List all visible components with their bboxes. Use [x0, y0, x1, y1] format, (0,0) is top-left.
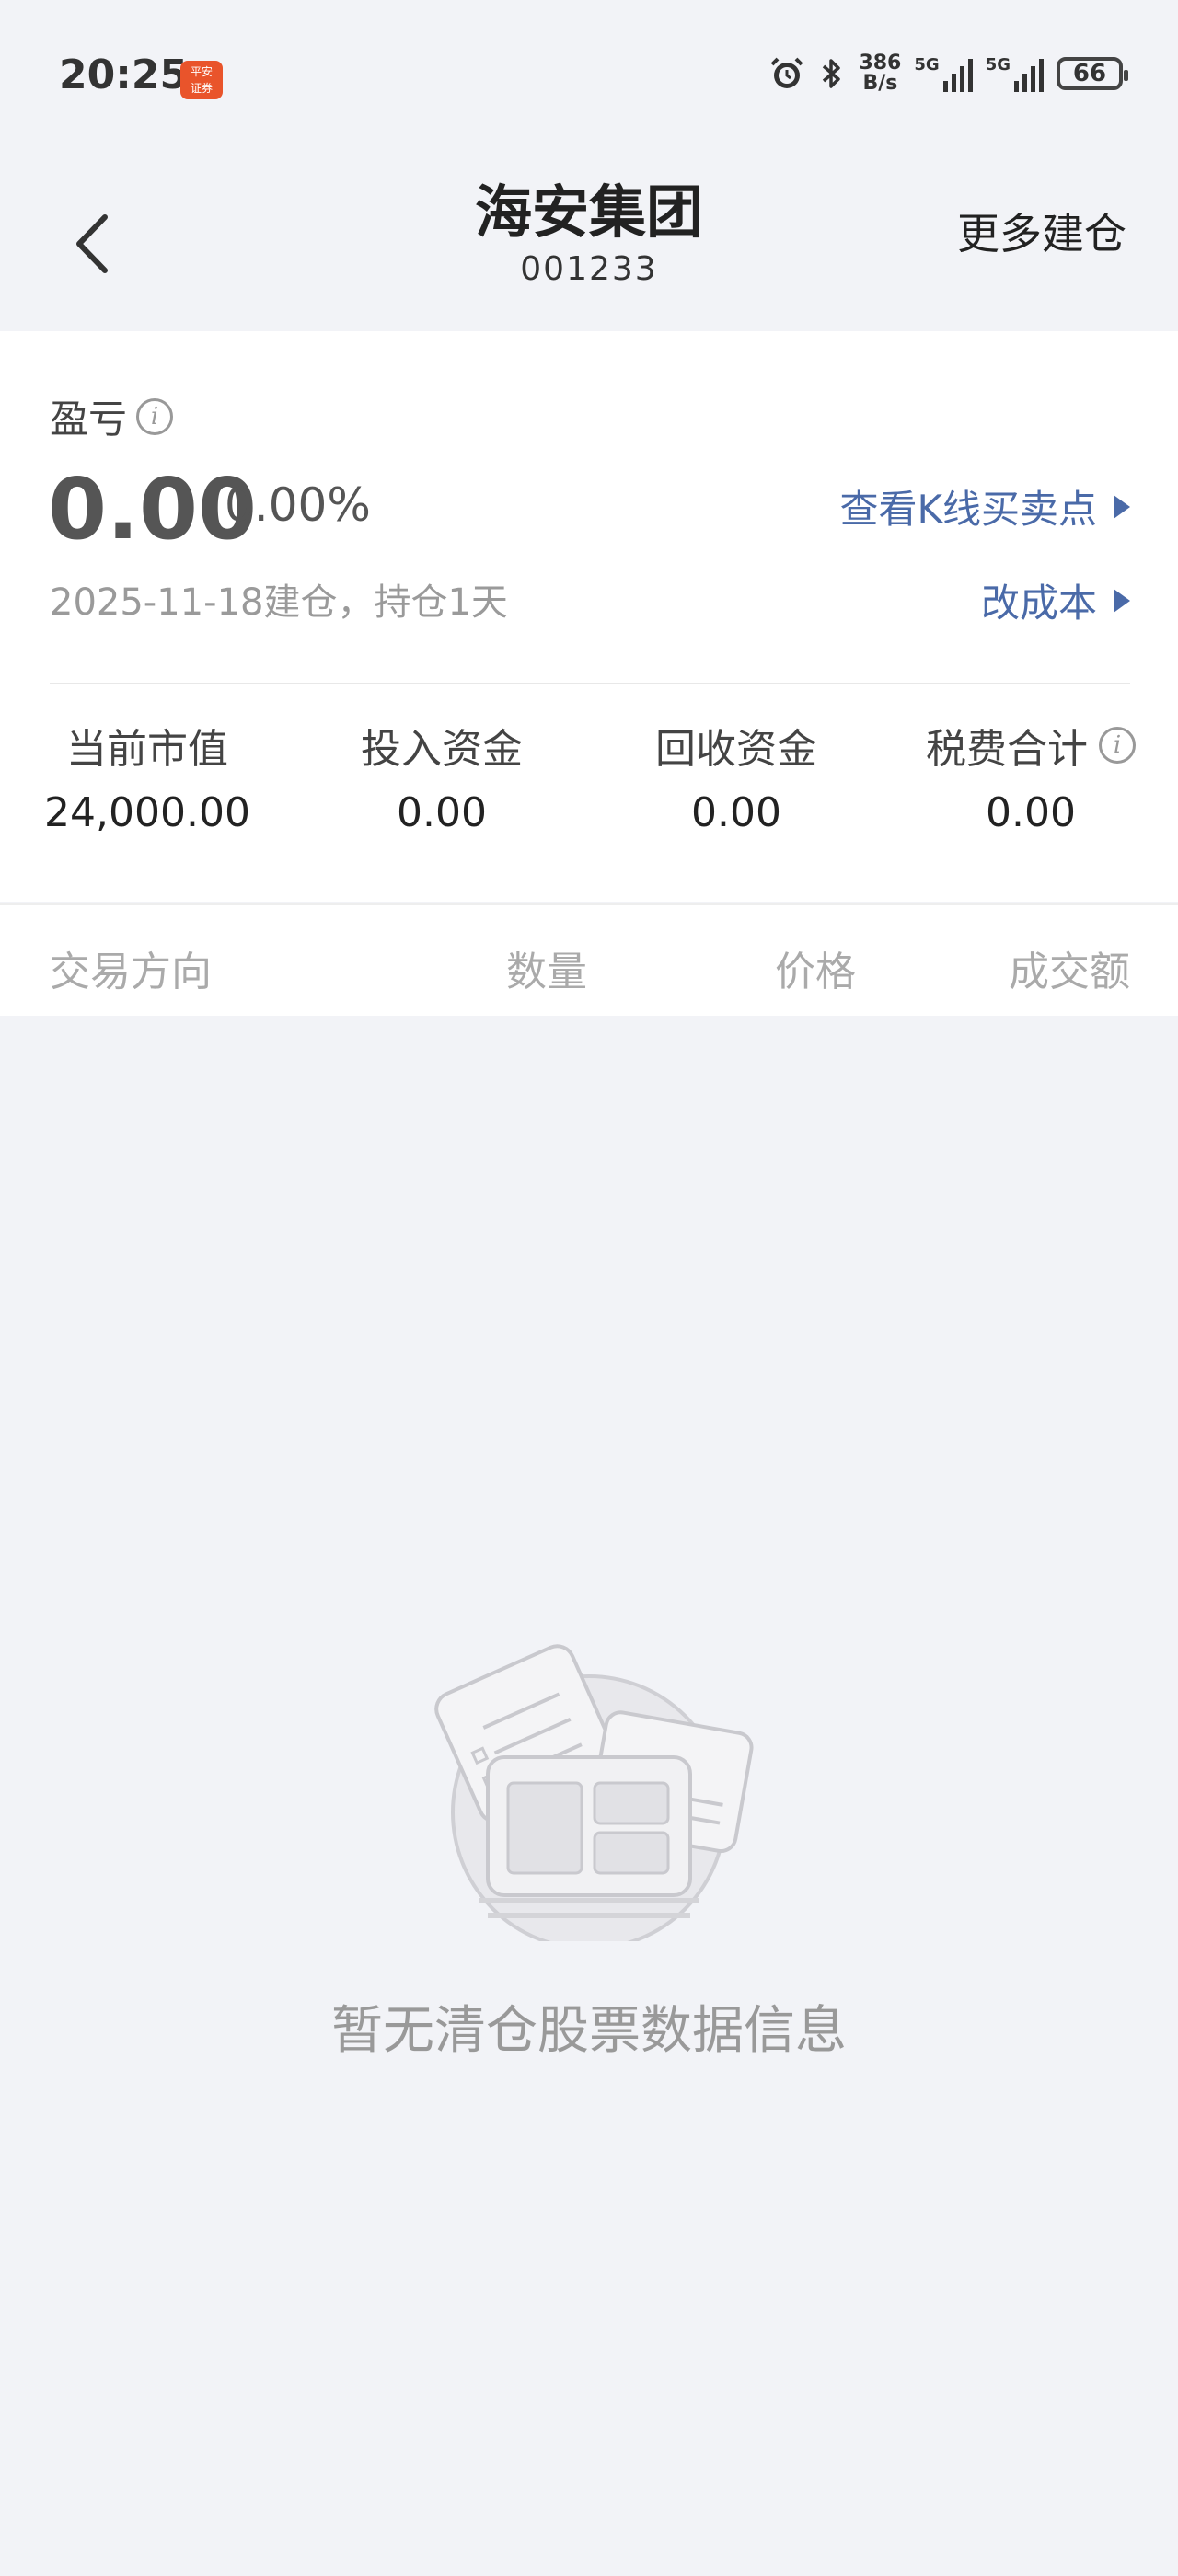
- stat-total-fees: 税费合计 i 0.00: [884, 718, 1178, 836]
- triangle-right-icon: [1114, 494, 1130, 519]
- network-speed: 386 B/s: [859, 53, 901, 94]
- edit-cost-link[interactable]: 改成本: [981, 572, 1130, 628]
- stat-value: 0.00: [691, 789, 781, 836]
- more-positions-button[interactable]: 更多建仓: [957, 201, 1126, 261]
- signal-icon-2: 5G: [986, 55, 1044, 92]
- stat-recovered-funds: 回收资金 0.00: [589, 718, 884, 836]
- clock: 20:25: [59, 52, 189, 98]
- signal-label-2: 5G: [985, 55, 1011, 75]
- stat-market-value: 当前市值 24,000.00: [0, 718, 294, 836]
- app-badge-line2: 证券: [190, 82, 213, 95]
- stat-label: 税费合计: [926, 726, 1088, 773]
- edit-cost-label: 改成本: [980, 581, 1097, 626]
- profit-loss-label-row: 盈亏 i: [50, 388, 174, 444]
- triangle-right-icon: [1114, 588, 1130, 613]
- bluetooth-icon: [823, 59, 841, 88]
- nav-header: 海安集团 001233 更多建仓: [0, 156, 1178, 331]
- system-icons: 386 B/s 5G 5G 66: [768, 53, 1128, 94]
- column-header-price: 价格: [775, 949, 856, 995]
- profit-loss-percent: 0.00%: [225, 478, 371, 532]
- column-header-amount: 成交额: [1009, 949, 1130, 995]
- stat-label: 回收资金: [655, 726, 817, 773]
- signal-icon: 5G: [914, 55, 973, 92]
- empty-documents-icon: [434, 1644, 754, 1941]
- empty-state-message: 暂无清仓股票数据信息: [331, 2001, 847, 2061]
- stat-invested-funds: 投入资金 0.00: [294, 718, 589, 836]
- info-icon[interactable]: i: [1099, 727, 1136, 764]
- alarm-icon: [771, 57, 803, 88]
- signal-label-1: 5G: [914, 55, 940, 75]
- position-open-info: 2025-11-18建仓，持仓1天: [50, 581, 508, 624]
- status-bar: 20:25 平安 证券 386 B/s 5G 5G 66: [0, 0, 1178, 156]
- net-speed-value: 386: [859, 52, 902, 75]
- battery-icon: 66: [1057, 57, 1128, 90]
- app-notification-icon: 平安 证券: [180, 61, 223, 99]
- stat-value: 0.00: [397, 789, 487, 836]
- position-summary-card: 盈亏 i 0.00 0.00% 查看K线买卖点 2025-11-18建仓，持仓1…: [0, 331, 1178, 902]
- stat-value: 24,000.00: [44, 789, 250, 836]
- trade-table-header: 交易方向 数量 价格 成交额: [0, 903, 1178, 1016]
- net-speed-unit: B/s: [862, 72, 898, 95]
- stat-label: 当前市值: [66, 726, 228, 773]
- profit-loss-label: 盈亏: [50, 397, 128, 442]
- stat-label: 投入资金: [361, 726, 523, 773]
- app-badge-line1: 平安: [190, 65, 213, 78]
- column-header-quantity: 数量: [506, 949, 587, 995]
- column-header-direction: 交易方向: [50, 949, 212, 995]
- info-icon[interactable]: i: [136, 397, 174, 435]
- kline-link-label: 查看K线买卖点: [839, 487, 1097, 532]
- stats-row: 当前市值 24,000.00 投入资金 0.00 回收资金 0.00 税费合计 …: [0, 718, 1178, 865]
- divider: [50, 683, 1130, 684]
- kline-buy-sell-link[interactable]: 查看K线买卖点: [839, 478, 1130, 535]
- stat-value: 0.00: [986, 789, 1076, 836]
